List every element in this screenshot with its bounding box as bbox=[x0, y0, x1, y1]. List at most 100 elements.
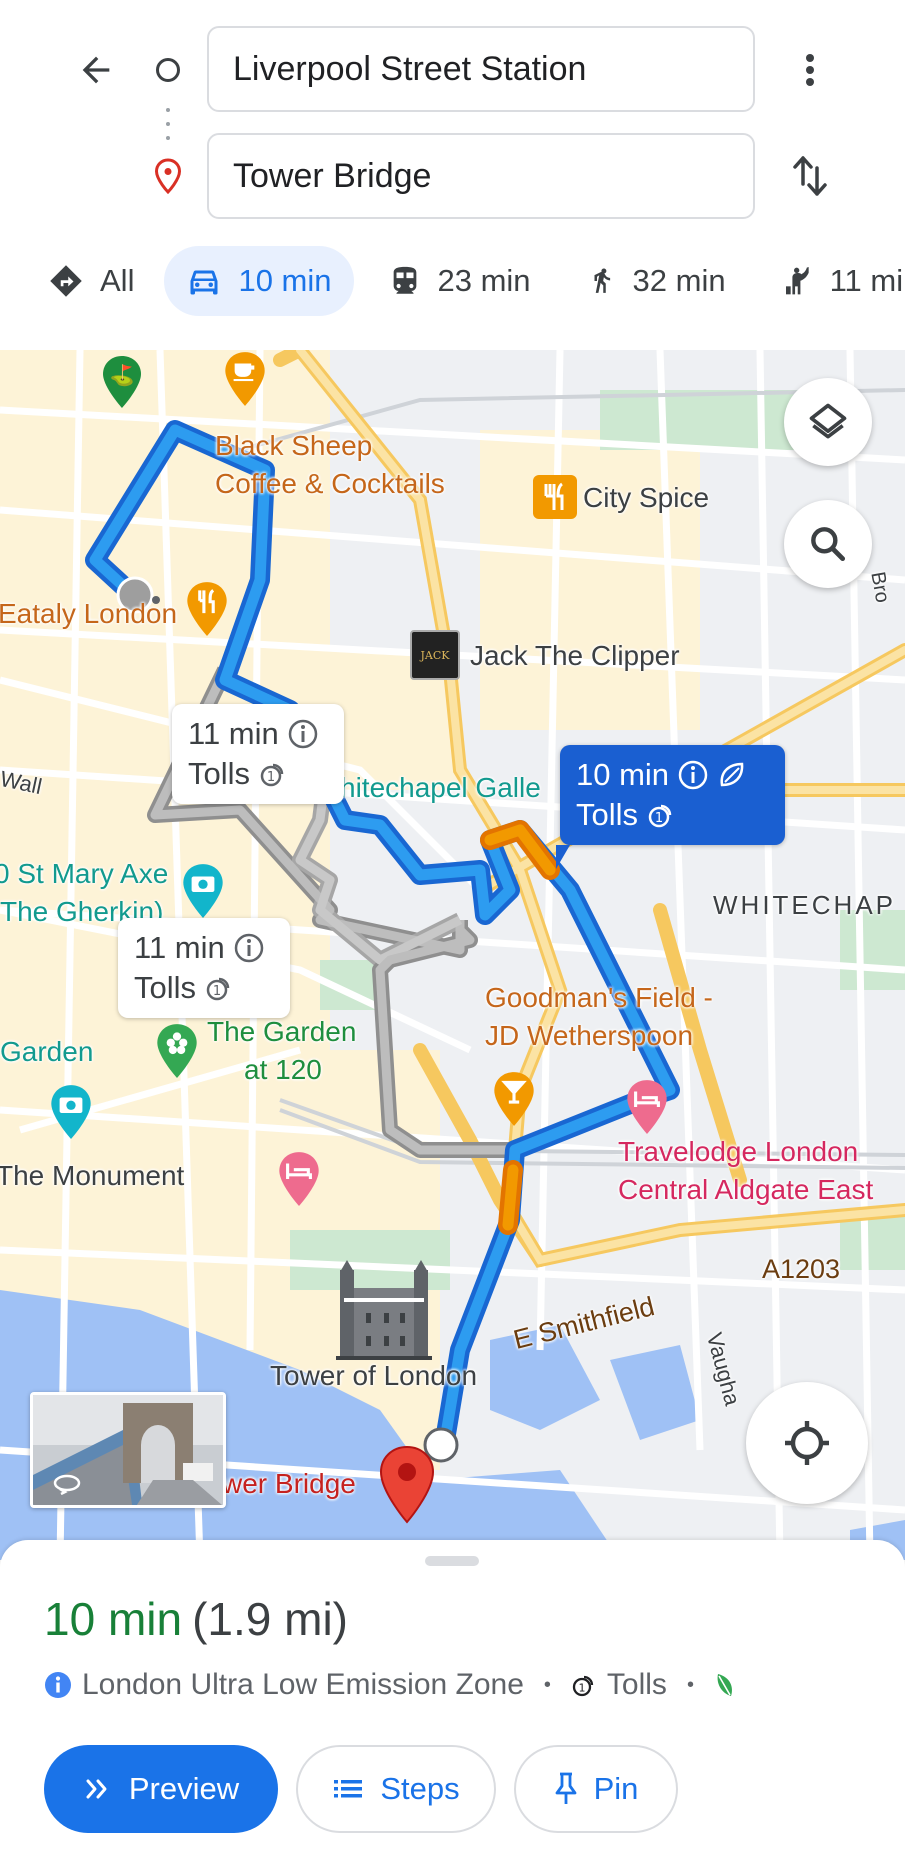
camera-pin-icon[interactable] bbox=[48, 1083, 94, 1141]
svg-text:⛳: ⛳ bbox=[110, 363, 135, 387]
eco-leaf-icon bbox=[720, 762, 744, 787]
destination-marker-icon[interactable] bbox=[378, 1445, 436, 1525]
mode-label-ride: 11 mi bbox=[829, 263, 904, 298]
route-tolls: Tolls bbox=[134, 970, 197, 1005]
list-icon bbox=[334, 1780, 363, 1798]
swap-button[interactable] bbox=[784, 150, 836, 202]
sheet-drag-handle[interactable] bbox=[425, 1556, 479, 1566]
layers-icon bbox=[809, 403, 847, 439]
train-icon bbox=[393, 266, 416, 294]
poi-label[interactable]: Garden bbox=[0, 1036, 93, 1068]
mode-label-drive: 10 min bbox=[238, 263, 332, 298]
poi-label[interactable]: Travelodge London bbox=[618, 1136, 858, 1168]
travel-mode-tabs: All 10 min 23 min 32 min 11 mi bbox=[0, 246, 905, 316]
poi-label[interactable]: 0 St Mary Axe bbox=[0, 858, 168, 890]
bar-pin-icon[interactable] bbox=[491, 1070, 537, 1128]
route-connector-dots bbox=[166, 106, 170, 142]
route-duration: 10 min bbox=[44, 1593, 183, 1645]
poi-label[interactable]: Central Aldgate East bbox=[618, 1174, 873, 1206]
svg-text:1: 1 bbox=[655, 811, 663, 826]
mode-tab-ride[interactable]: 11 mi bbox=[760, 246, 905, 316]
eco-leaf-icon bbox=[717, 1674, 732, 1696]
poi-label[interactable]: hitechapel Galle bbox=[340, 772, 541, 804]
mode-label-walk: 32 min bbox=[632, 263, 726, 298]
route-details-sheet: 10 min (1.9 mi) London Ultra Low Emissio… bbox=[0, 1540, 905, 1860]
tolls-label: Tolls bbox=[606, 1668, 667, 1701]
my-location-icon bbox=[785, 1421, 829, 1465]
mode-tab-drive[interactable]: 10 min bbox=[164, 246, 354, 316]
mode-tab-all[interactable]: All bbox=[26, 246, 156, 316]
destination-input[interactable] bbox=[233, 156, 753, 196]
search-along-route-button[interactable] bbox=[784, 500, 872, 588]
layers-button[interactable] bbox=[784, 378, 872, 466]
destination-label[interactable]: wer Bridge bbox=[222, 1468, 356, 1500]
zone-label[interactable]: London Ultra Low Emission Zone bbox=[82, 1668, 524, 1702]
toll-icon: 1 bbox=[572, 1675, 594, 1697]
origin-input[interactable] bbox=[233, 49, 753, 89]
svg-text:1: 1 bbox=[267, 770, 275, 785]
more-options-button[interactable] bbox=[784, 44, 836, 96]
route-tolls: Tolls bbox=[188, 756, 251, 791]
my-location-button[interactable] bbox=[746, 1382, 868, 1504]
poi-label[interactable]: Coffee & Cocktails bbox=[215, 468, 445, 500]
search-icon bbox=[811, 527, 846, 562]
svg-text:1: 1 bbox=[213, 984, 221, 999]
poi-label[interactable]: Black Sheep bbox=[215, 430, 372, 462]
route-time: 11 min bbox=[188, 716, 279, 751]
hotel-pin-icon[interactable] bbox=[276, 1150, 322, 1208]
poi-label[interactable]: Jack The Clipper bbox=[470, 640, 680, 672]
mode-tab-walk[interactable]: 32 min bbox=[565, 246, 748, 316]
cafe-pin-icon[interactable] bbox=[222, 350, 268, 408]
poi-label[interactable]: The Monument bbox=[0, 1160, 184, 1192]
pin-button[interactable]: Pin bbox=[514, 1745, 678, 1833]
destination-pin-icon bbox=[150, 156, 186, 196]
restaurant-icon[interactable] bbox=[532, 474, 578, 520]
arrow-left-icon bbox=[82, 56, 110, 84]
street-view-thumbnail[interactable] bbox=[30, 1392, 226, 1508]
preview-label: Preview bbox=[128, 1771, 240, 1806]
directions-icon bbox=[50, 265, 82, 297]
swap-vert-icon bbox=[793, 156, 827, 196]
poi-label[interactable]: Eataly London bbox=[0, 598, 177, 630]
camera-pin-icon[interactable] bbox=[180, 862, 226, 920]
info-icon bbox=[234, 933, 263, 963]
jack-the-clipper-thumbnail[interactable]: JACK bbox=[410, 630, 460, 680]
golf-pin-icon[interactable]: ⛳ bbox=[100, 354, 144, 410]
poi-label[interactable]: The Garden bbox=[207, 1016, 356, 1048]
route-tolls: Tolls bbox=[576, 797, 639, 832]
tower-of-london-landmark-icon[interactable] bbox=[336, 1258, 432, 1362]
origin-circle-icon bbox=[152, 54, 184, 86]
route-callout-alt-2[interactable]: 11 min Tolls 1 bbox=[118, 918, 290, 1018]
origin-field[interactable] bbox=[207, 26, 755, 112]
route-time: 10 min bbox=[576, 757, 670, 792]
route-time: 11 min bbox=[134, 930, 225, 965]
walk-icon bbox=[594, 268, 610, 293]
route-callout-alt-1[interactable]: 11 min Tolls 1 bbox=[172, 704, 344, 804]
toll-icon: 1 bbox=[206, 977, 230, 1001]
poi-label[interactable]: City Spice bbox=[583, 482, 709, 514]
poi-label[interactable]: Goodman's Field - bbox=[485, 982, 713, 1014]
route-info-line: London Ultra Low Emission Zone • 1 Tolls… bbox=[44, 1668, 736, 1702]
preview-button[interactable]: Preview bbox=[44, 1745, 278, 1833]
info-icon bbox=[288, 719, 317, 749]
route-callout-primary[interactable]: 10 min Tolls 1 bbox=[556, 745, 785, 869]
map-view[interactable]: ⛳ JACK Black Sheep Coffee & Cocktails Ci… bbox=[0, 350, 905, 1560]
svg-text:1: 1 bbox=[578, 1682, 585, 1695]
destination-field[interactable] bbox=[207, 133, 755, 219]
garden-pin-icon[interactable] bbox=[154, 1022, 200, 1080]
more-vert-icon bbox=[806, 54, 814, 86]
restaurant-pin-icon[interactable] bbox=[184, 580, 230, 638]
steps-button[interactable]: Steps bbox=[296, 1745, 496, 1833]
poi-label[interactable]: at 120 bbox=[244, 1054, 322, 1086]
toll-icon: 1 bbox=[648, 804, 672, 828]
back-button[interactable] bbox=[70, 44, 122, 96]
mode-tab-transit[interactable]: 23 min bbox=[366, 246, 553, 316]
hotel-pin-icon[interactable] bbox=[624, 1078, 670, 1136]
pin-icon bbox=[555, 1772, 576, 1804]
road-label: A1203 bbox=[762, 1254, 841, 1284]
toll-icon: 1 bbox=[260, 763, 284, 787]
poi-label[interactable]: JD Wetherspoon bbox=[485, 1020, 693, 1052]
poi-label[interactable]: Tower of London bbox=[270, 1360, 477, 1392]
directions-header: All 10 min 23 min 32 min 11 mi bbox=[0, 0, 905, 350]
double-chevron-right-icon bbox=[86, 1779, 107, 1799]
